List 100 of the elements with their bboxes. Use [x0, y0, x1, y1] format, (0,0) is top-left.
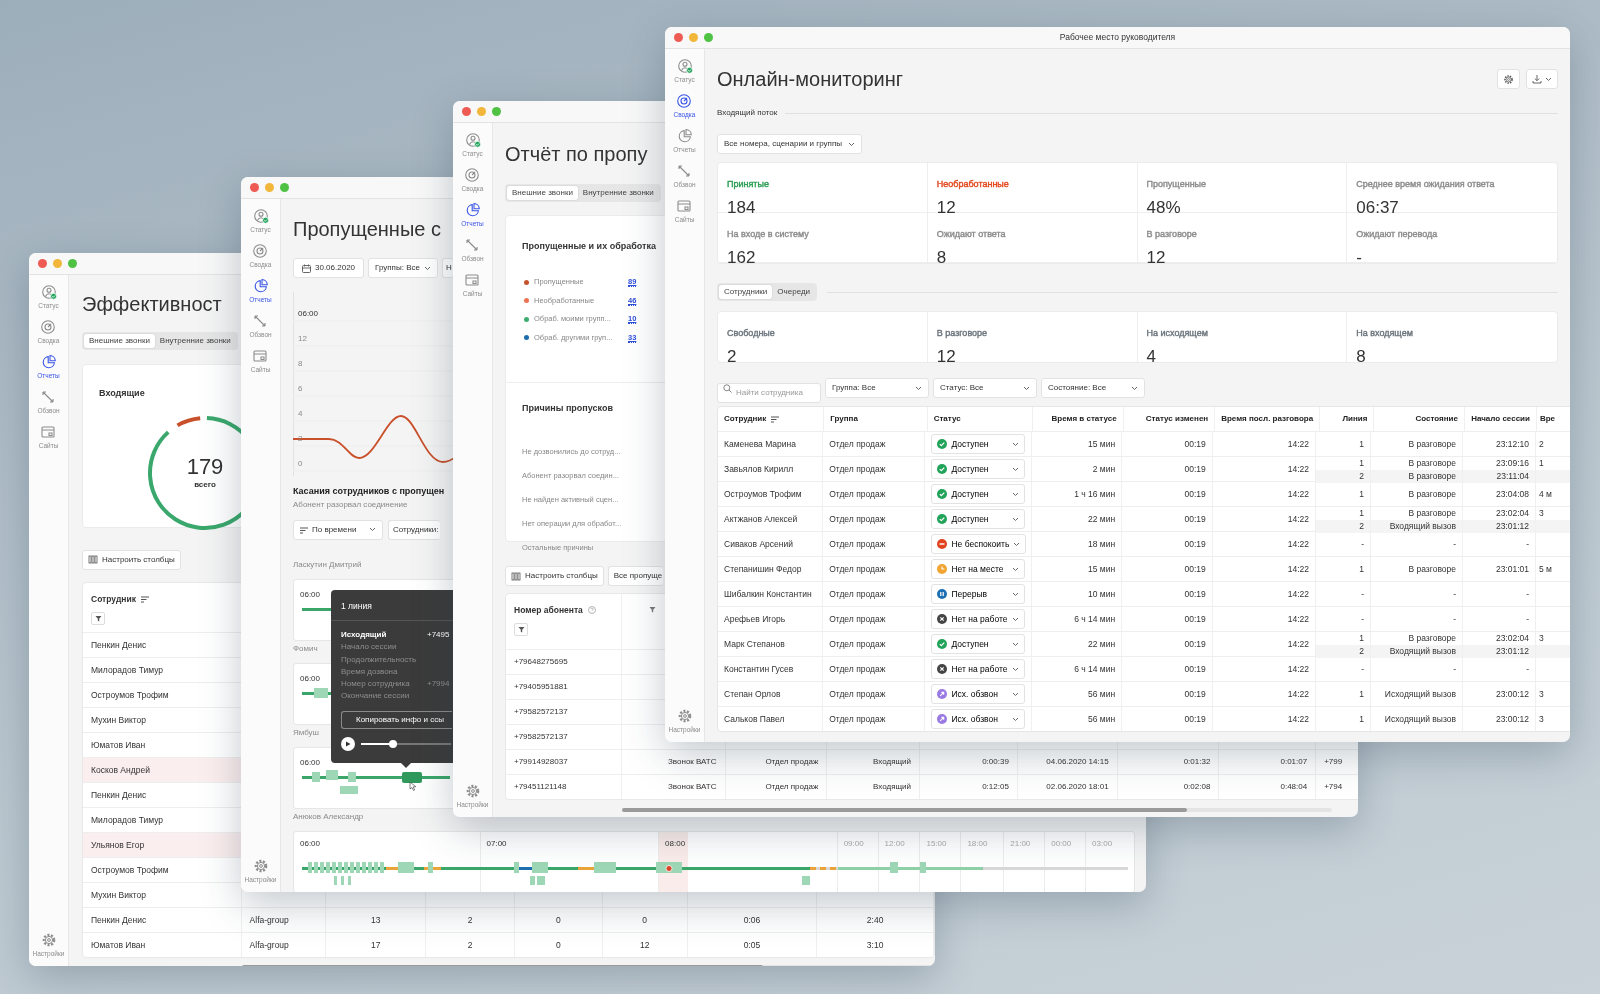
help-icon: [587, 606, 596, 615]
status-select[interactable]: Перерыв: [931, 584, 1026, 604]
table-cell: +79914928037: [506, 750, 622, 774]
tab[interactable]: Сотрудники: [719, 285, 773, 299]
minimize-button[interactable]: [265, 183, 274, 192]
columns-button[interactable]: Настроить столбцы: [82, 549, 181, 570]
status-select[interactable]: Нет на работе: [931, 659, 1026, 679]
stat-label: Пропущенные: [1146, 179, 1207, 190]
status-select[interactable]: Доступен: [931, 634, 1026, 654]
play-button[interactable]: [341, 736, 355, 751]
table-cell: 13: [326, 908, 427, 932]
stat-label: Ожидают ответа: [936, 229, 1006, 240]
page-title: Пропущенные с: [293, 217, 441, 242]
filter-button[interactable]: [514, 622, 528, 636]
stat-value: 162: [727, 247, 757, 269]
status-select[interactable]: Нет на работе: [931, 609, 1026, 629]
table-cell: 23:04:08: [1463, 482, 1536, 506]
table-cell: 00:19: [1122, 557, 1213, 581]
close-button[interactable]: [38, 259, 47, 268]
employees-select[interactable]: Сотрудники:: [388, 520, 440, 540]
minimize-button[interactable]: [689, 33, 698, 42]
columns-button[interactable]: Настроить столбцы: [505, 566, 604, 586]
table-cell: 04.06.2020 14:15: [1017, 750, 1118, 774]
copy-button[interactable]: Копировать инфо и ссы: [341, 710, 452, 729]
minimize-button[interactable]: [477, 107, 486, 116]
download-button[interactable]: [1526, 69, 1558, 89]
status-select[interactable]: Доступен: [931, 484, 1026, 504]
time-label: 18:00: [967, 839, 988, 848]
table-cell: 00:19: [1122, 632, 1213, 656]
info-value: +7994: [427, 678, 450, 691]
caret-icon: [1012, 716, 1020, 722]
horizontal-scrollbar[interactable]: [622, 808, 1332, 812]
filter-button[interactable]: [91, 611, 105, 625]
table-cell: В разговоре: [1371, 632, 1463, 645]
maximize-button[interactable]: [280, 183, 289, 192]
stat-value: 12: [936, 346, 957, 368]
minimize-button[interactable]: [53, 259, 62, 268]
maximize-button[interactable]: [68, 259, 77, 268]
status-select[interactable]: Доступен: [931, 459, 1026, 479]
table-cell: 0: [602, 908, 688, 932]
status-select[interactable]: Исх. обзвон: [931, 684, 1026, 704]
column-header: Вре: [1539, 413, 1556, 425]
caret-icon: [1131, 385, 1138, 391]
filter-select[interactable]: Все пропуще: [607, 566, 664, 586]
tab[interactable]: Внутренние звонки: [577, 186, 659, 200]
status-select[interactable]: Нет на месте: [931, 559, 1026, 579]
status-select[interactable]: Исх. обзвон: [931, 709, 1026, 729]
time-label: 06:00: [300, 673, 321, 685]
table-cell: Входящий: [827, 750, 921, 774]
close-button[interactable]: [250, 183, 259, 192]
table-cell: Исходящий вызов: [1371, 707, 1463, 731]
date-picker[interactable]: 30.06.2020: [293, 258, 365, 278]
table-cell: 23:01:01: [1463, 557, 1536, 581]
stat-value: 4: [1146, 346, 1157, 368]
filter-select[interactable]: Статус: Все: [933, 378, 1037, 398]
table-cell: 14:22: [1212, 557, 1316, 581]
tab[interactable]: Очереди: [772, 285, 816, 299]
tab[interactable]: Внутренние звонки: [154, 334, 236, 348]
settings-button[interactable]: [1497, 69, 1520, 89]
table-cell: Отдел продаж: [823, 607, 926, 631]
table-cell: 23:00:12: [1463, 682, 1536, 706]
filter-select[interactable]: Группы: Все: [368, 258, 438, 278]
sort-select[interactable]: По времени: [293, 520, 383, 540]
table-cell: 14:22: [1212, 682, 1316, 706]
tab[interactable]: Внешние звонки: [507, 186, 578, 200]
filter-select[interactable]: Н: [441, 258, 453, 278]
column-header: Статус изменен: [1145, 413, 1209, 425]
table-cell: 0:01:07: [1219, 750, 1317, 774]
stat-label: В разговоре: [936, 328, 988, 339]
audio-slider[interactable]: [361, 742, 451, 745]
table-cell: 3: [1536, 507, 1570, 520]
table-cell: Степанишин Федор: [718, 557, 824, 581]
table-cell: -: [1463, 532, 1536, 556]
close-button[interactable]: [462, 107, 471, 116]
table-cell: 14:22: [1212, 707, 1316, 731]
maximize-button[interactable]: [704, 33, 713, 42]
tab[interactable]: Внешние звонки: [84, 334, 155, 348]
status-select[interactable]: Не беспокоить: [931, 534, 1027, 554]
table-cell: В разговоре: [1371, 482, 1463, 506]
table-cell: Пенкин Денис: [83, 908, 242, 932]
close-button[interactable]: [674, 33, 683, 42]
stat-value: 06:37: [1356, 197, 1400, 219]
filter-select[interactable]: Состояние: Все: [1041, 378, 1145, 398]
axis-label: 12: [298, 334, 307, 343]
filter-icon: [649, 606, 656, 614]
caret-icon: [1012, 441, 1020, 447]
browser-icon: [676, 198, 693, 214]
table-cell: 0: [515, 908, 603, 932]
table-cell: -: [1316, 582, 1371, 606]
time-label: 12:00: [884, 839, 905, 848]
status-select[interactable]: Доступен: [931, 434, 1026, 454]
maximize-button[interactable]: [492, 107, 501, 116]
stat-label: Ожидают перевода: [1356, 229, 1438, 240]
search-field[interactable]: Найти сотрудника: [717, 382, 821, 403]
scope-select[interactable]: Все номера, сценарии и группы: [717, 134, 862, 154]
table-cell: -: [1316, 657, 1371, 681]
filter-select[interactable]: Группа: Все: [825, 378, 929, 398]
table-cell: Отдел продаж: [725, 750, 828, 774]
table-cell: 5 м: [1536, 557, 1570, 581]
status-select[interactable]: Доступен: [931, 509, 1026, 529]
